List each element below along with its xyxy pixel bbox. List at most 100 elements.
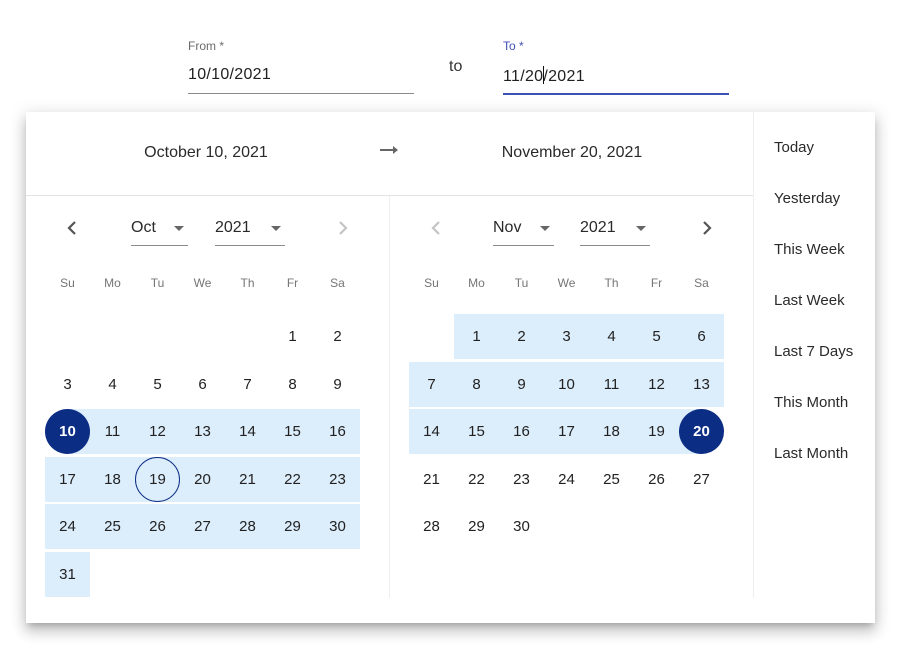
day-number: 27 — [194, 518, 211, 535]
day-cell[interactable]: 8 — [454, 361, 499, 407]
day-number: 16 — [329, 423, 346, 440]
arrow-right-icon — [378, 140, 400, 160]
weekday-header: Sa — [694, 276, 709, 290]
day-cell[interactable]: 27 — [679, 457, 724, 502]
to-date-field[interactable]: To * 11/20/2021 — [503, 36, 729, 96]
day-cell[interactable]: 23 — [499, 457, 544, 502]
day-cell[interactable]: 7 — [225, 362, 270, 407]
chevron-right-icon — [703, 221, 712, 235]
day-cell[interactable]: 24 — [45, 504, 90, 549]
day-cell[interactable]: 9 — [315, 362, 360, 407]
day-cell[interactable]: 25 — [90, 504, 135, 549]
preset-last-week[interactable]: Last Week — [774, 292, 845, 309]
day-cell[interactable]: 26 — [634, 457, 679, 502]
day-cell-selected[interactable]: 20 — [679, 409, 724, 454]
preset-last-7-days[interactable]: Last 7 Days — [774, 343, 853, 360]
day-cell[interactable]: 19 — [634, 409, 679, 454]
day-number: 15 — [284, 423, 301, 440]
day-number: 18 — [104, 470, 121, 488]
day-cell[interactable]: 29 — [270, 504, 315, 549]
day-cell[interactable]: 13 — [180, 409, 225, 454]
day-number: 10 — [59, 423, 76, 440]
day-cell[interactable]: 6 — [180, 362, 225, 407]
day-cell[interactable]: 12 — [634, 361, 679, 407]
day-cell[interactable]: 22 — [454, 457, 499, 502]
day-cell[interactable]: 11 — [90, 409, 135, 454]
year-select[interactable]: 2021 — [580, 216, 650, 246]
day-cell[interactable]: 22 — [270, 456, 315, 502]
day-cell[interactable]: 11 — [589, 361, 634, 407]
day-cell[interactable]: 2 — [315, 314, 360, 359]
day-cell[interactable]: 21 — [409, 457, 454, 502]
day-cell[interactable]: 23 — [315, 456, 360, 502]
year-select[interactable]: 2021 — [215, 216, 285, 246]
day-cell[interactable]: 1 — [270, 314, 315, 359]
day-cell[interactable]: 18 — [90, 456, 135, 502]
day-number: 22 — [468, 470, 485, 488]
day-cell[interactable]: 30 — [315, 504, 360, 549]
day-cell[interactable]: 12 — [135, 409, 180, 454]
chevron-left-icon — [431, 221, 440, 235]
next-month-button[interactable] — [697, 218, 717, 238]
month-select[interactable]: Oct — [131, 216, 188, 246]
day-cell[interactable]: 17 — [544, 409, 589, 454]
day-cell[interactable]: 8 — [270, 362, 315, 407]
day-cell[interactable]: 28 — [225, 504, 270, 549]
weekday-header: Tu — [514, 276, 529, 290]
day-cell[interactable]: 4 — [589, 314, 634, 359]
day-cell[interactable]: 17 — [45, 456, 90, 502]
preset-this-month[interactable]: This Month — [774, 394, 848, 411]
day-cell[interactable]: 13 — [679, 361, 724, 407]
prev-month-button[interactable] — [62, 218, 82, 238]
to-date-text-before-caret: 11/20 — [503, 68, 544, 85]
preset-last-month[interactable]: Last Month — [774, 445, 848, 462]
day-cell[interactable]: 3 — [544, 314, 589, 359]
preset-yesterday[interactable]: Yesterday — [774, 190, 840, 207]
day-number: 4 — [108, 375, 117, 393]
day-cell[interactable]: 16 — [499, 409, 544, 454]
day-cell[interactable]: 27 — [180, 504, 225, 549]
day-number: 21 — [423, 470, 440, 488]
month-select[interactable]: Nov — [493, 216, 554, 246]
day-cell[interactable]: 20 — [180, 456, 225, 502]
day-number: 26 — [149, 518, 166, 535]
calendar-month-nov: Nov 2021 Su Mo Tu We Th Fr Sa 1 2 3 4 5 6 7 8 9 10 11 12 13 14… — [390, 196, 753, 598]
day-cell[interactable]: 28 — [409, 504, 454, 549]
day-cell-selected[interactable]: 10 — [45, 409, 90, 454]
to-date-input[interactable]: 11/20/2021 — [503, 66, 585, 86]
day-cell[interactable]: 25 — [589, 457, 634, 502]
day-cell[interactable]: 3 — [45, 362, 90, 407]
day-cell[interactable]: 5 — [634, 314, 679, 359]
day-cell[interactable]: 26 — [135, 504, 180, 549]
day-cell[interactable]: 2 — [499, 314, 544, 359]
from-date-input[interactable]: 10/10/2021 — [188, 66, 271, 84]
day-cell[interactable]: 4 — [90, 362, 135, 407]
prev-month-button — [426, 218, 446, 238]
day-cell[interactable]: 7 — [409, 361, 454, 407]
day-cell[interactable]: 14 — [225, 409, 270, 454]
day-cell[interactable]: 24 — [544, 457, 589, 502]
day-cell[interactable]: 15 — [270, 409, 315, 454]
day-cell[interactable]: 6 — [679, 314, 724, 359]
preset-this-week[interactable]: This Week — [774, 241, 845, 258]
from-date-field[interactable]: From * 10/10/2021 — [188, 36, 414, 96]
day-cell[interactable]: 5 — [135, 362, 180, 407]
day-cell[interactable]: 31 — [45, 551, 90, 597]
day-cell[interactable]: 30 — [499, 504, 544, 549]
day-number: 15 — [468, 423, 485, 440]
day-cell[interactable]: 15 — [454, 409, 499, 454]
day-cell[interactable]: 1 — [454, 314, 499, 359]
day-number: 2 — [517, 328, 526, 345]
day-cell[interactable]: 29 — [454, 504, 499, 549]
chevron-left-icon — [67, 221, 76, 235]
day-cell[interactable]: 10 — [544, 361, 589, 407]
day-cell[interactable]: 16 — [315, 409, 360, 454]
day-cell[interactable]: 14 — [409, 409, 454, 454]
day-number: 9 — [517, 375, 526, 393]
weekday-header: We — [557, 276, 576, 290]
day-cell-today[interactable]: 19 — [135, 456, 180, 502]
preset-today[interactable]: Today — [774, 139, 814, 156]
day-cell[interactable]: 9 — [499, 361, 544, 407]
day-cell[interactable]: 21 — [225, 456, 270, 502]
day-cell[interactable]: 18 — [589, 409, 634, 454]
